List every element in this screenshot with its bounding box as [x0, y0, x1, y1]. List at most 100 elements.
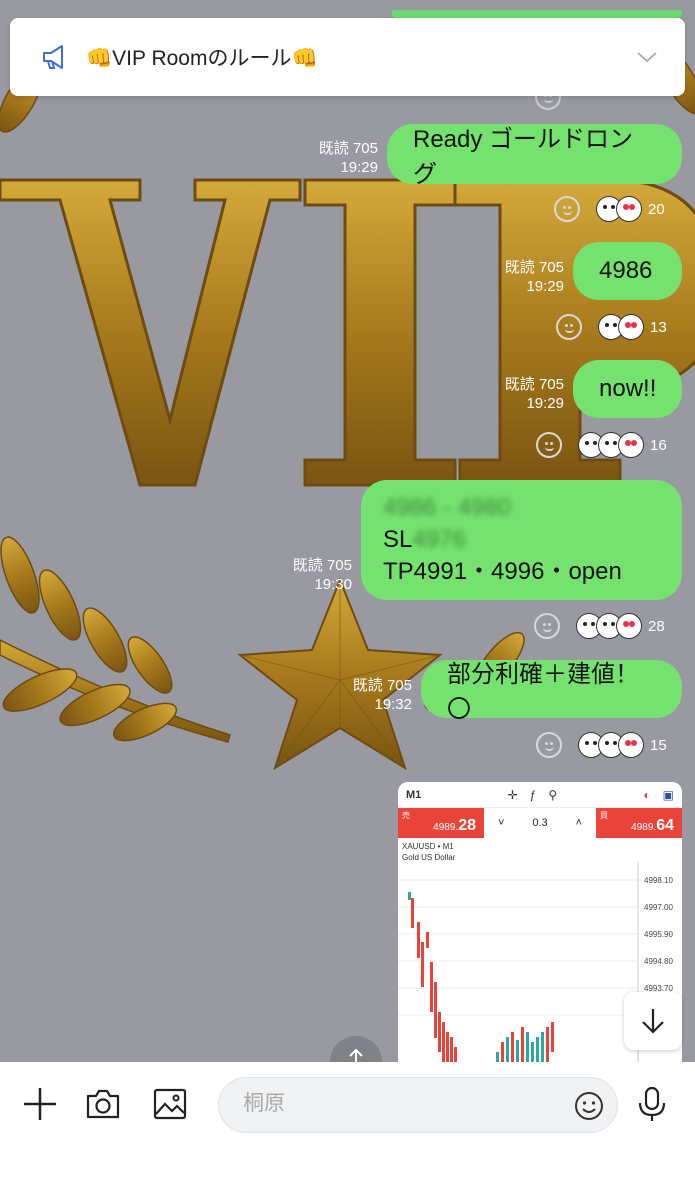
megaphone-icon [43, 45, 63, 69]
spread-value: 0.3 [532, 817, 548, 829]
add-reaction-icon[interactable] [536, 732, 562, 758]
heart-eyes-sticker-icon [616, 196, 642, 222]
theme-icon: ◐ [643, 787, 651, 802]
reaction-faces[interactable] [598, 314, 644, 340]
message-bubble[interactable]: 4986 - 4980 SL4976 TP4991・4996・open [361, 480, 682, 600]
add-reaction-icon[interactable] [536, 432, 562, 458]
message-input[interactable] [243, 1092, 563, 1116]
sell-price-int: 4989. [433, 822, 459, 833]
sell-value: 4989.28 [433, 817, 476, 835]
add-reaction-icon[interactable] [554, 196, 580, 222]
emoji-icon[interactable] [573, 1090, 605, 1122]
add-reaction-icon[interactable] [534, 613, 560, 639]
candle [551, 1022, 554, 1052]
chevron-up-icon: ˄ [575, 817, 583, 829]
price-tick-label: 4995.90 [644, 930, 673, 939]
message-meta: 既読 705 19:29 [486, 258, 564, 296]
message-text: SL [383, 526, 413, 553]
reaction-count: 15 [650, 736, 667, 754]
message-text: TP4991・4996・open [383, 558, 622, 585]
reaction-faces[interactable] [578, 432, 644, 458]
reaction-row: 15 [536, 732, 667, 758]
scroll-to-bottom-button[interactable] [624, 992, 682, 1050]
message-input-bar [0, 1062, 695, 1200]
price-tick-label: 4994.80 [644, 957, 673, 966]
chevron-down-icon: ˅ [497, 817, 505, 829]
candle [426, 932, 429, 948]
message-bubble[interactable]: now!! [573, 360, 682, 418]
message-text: Ready ゴールドロング [413, 126, 634, 188]
function-icon: ƒ [529, 787, 537, 802]
heart-eyes-sticker-icon [618, 314, 644, 340]
message-text: 4986 - 4980 [383, 494, 512, 521]
arrow-down-icon [642, 1009, 664, 1034]
buy-price-int: 4989. [631, 822, 657, 833]
pinned-announcement[interactable]: 👊VIP Roomのルール👊 [10, 18, 685, 96]
buy-price: 買 4989.64 [596, 808, 682, 838]
message-meta: 既読 705 19:29 [486, 375, 564, 413]
candle [434, 982, 437, 1038]
microphone-icon[interactable] [632, 1084, 672, 1124]
plus-icon[interactable] [20, 1084, 60, 1124]
sell-price-pips: 28 [458, 817, 476, 834]
message-time: 19:29 [340, 159, 378, 176]
price-bar: 売 4989.28 ˅ 0.3 ˄ 買 4989.64 [398, 808, 682, 838]
reaction-row: 13 [556, 314, 667, 340]
read-receipt: 既読 705 [318, 140, 378, 157]
candle [438, 1012, 441, 1052]
read-receipt: 既読 705 [352, 677, 412, 694]
reaction-row: 28 [534, 613, 665, 639]
sell-label: 売 [402, 811, 410, 820]
message-bubble[interactable]: 4986 [573, 242, 682, 300]
message-line: SL4976 [383, 524, 466, 556]
buy-price-pips: 64 [656, 817, 674, 834]
chevron-down-icon[interactable] [635, 45, 659, 69]
message-time: 19:30 [314, 576, 352, 593]
message-meta: 既読 705 19:29 [300, 139, 378, 177]
reaction-count: 13 [650, 318, 667, 336]
symbol-label: XAUUSD • M1 [402, 842, 454, 851]
candle [442, 1022, 445, 1062]
crosshair-icon: ✛ [507, 787, 518, 802]
add-reaction-icon[interactable] [556, 314, 582, 340]
camera-icon[interactable] [83, 1084, 123, 1124]
message-text: 4976 [412, 526, 466, 553]
alert-icon: ⚲ [548, 787, 558, 802]
message-time: 19:29 [526, 395, 564, 412]
reaction-row: 20 [554, 196, 665, 222]
message-meta: 既読 705 19:30 [274, 556, 352, 594]
message-time: 19:32 [374, 696, 412, 713]
flag-icon: ▣ [662, 787, 675, 802]
timeframe-label: M1 [406, 788, 422, 801]
message-text: now!! [599, 375, 657, 402]
candle [546, 1027, 549, 1062]
candle [408, 892, 411, 900]
reaction-count: 20 [648, 200, 665, 218]
candle [417, 922, 420, 958]
read-receipt: 既読 705 [504, 376, 564, 393]
heart-eyes-sticker-icon [616, 613, 642, 639]
message-meta: 既読 705 19:32 [334, 676, 412, 714]
message-bubble[interactable]: 部分利確＋建値！〇 [421, 660, 682, 723]
message-text: 4986 [599, 257, 653, 284]
message-bubble[interactable]: Ready ゴールドロング [387, 124, 682, 188]
reaction-count: 28 [648, 617, 665, 635]
reaction-faces[interactable] [596, 196, 642, 222]
announcement-title: 👊VIP Roomのルール👊 [86, 47, 318, 70]
price-tick-label: 4997.00 [644, 903, 673, 912]
reaction-faces[interactable] [576, 613, 642, 639]
heart-eyes-sticker-icon [618, 732, 644, 758]
image-icon[interactable] [150, 1084, 190, 1124]
candle [516, 1040, 519, 1062]
buy-value: 4989.64 [631, 817, 674, 835]
price-tick-label: 4998.10 [644, 876, 673, 885]
candle [421, 942, 424, 987]
chart-toolbar: M1 ✛ ƒ ⚲ ◐ ▣ [398, 782, 682, 808]
reaction-row: 16 [536, 432, 667, 458]
reaction-count: 16 [650, 436, 667, 454]
read-receipt: 既読 705 [292, 557, 352, 574]
sell-price: 売 4989.28 [398, 808, 484, 838]
read-receipt: 既読 705 [504, 259, 564, 276]
candle [411, 898, 414, 928]
reaction-faces[interactable] [578, 732, 644, 758]
